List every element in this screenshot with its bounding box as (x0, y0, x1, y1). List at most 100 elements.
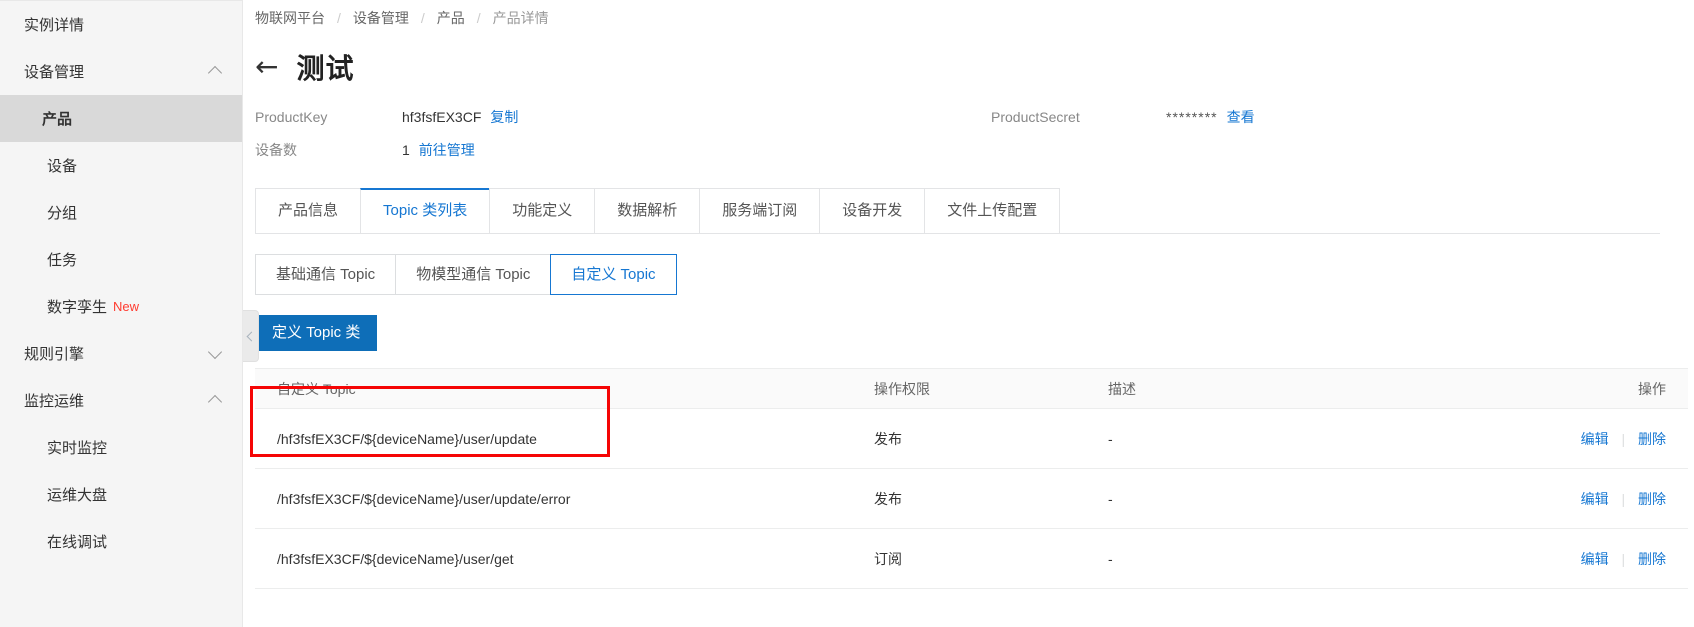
cell-description: - (1086, 408, 1433, 469)
device-count-label: 设备数 (255, 141, 297, 158)
main-tabs: 产品信息 Topic 类列表 功能定义 数据解析 服务端订阅 设备开发 文件上传… (255, 188, 1660, 234)
breadcrumb-item-iot-platform[interactable]: 物联网平台 (255, 8, 325, 28)
column-header-permission: 操作权限 (852, 368, 1086, 409)
sidebar-item-label: 规则引擎 (24, 346, 85, 363)
cell-operations: 编辑 | 删除 (1433, 408, 1688, 469)
copy-product-key-link[interactable]: 复制 (490, 107, 518, 127)
subtab-thing-model-topic[interactable]: 物模型通信 Topic (395, 254, 551, 295)
operations-divider: | (1621, 430, 1626, 447)
cell-description: - (1086, 468, 1433, 529)
view-product-secret-link[interactable]: 查看 (1227, 107, 1255, 127)
tab-function-definition[interactable]: 功能定义 (489, 188, 595, 233)
tab-device-development[interactable]: 设备开发 (819, 188, 925, 233)
sidebar-item-label: 产品 (42, 111, 73, 128)
cell-permission: 订阅 (852, 528, 1086, 589)
arrow-left-icon[interactable]: ← (255, 53, 278, 81)
breadcrumb-separator: / (337, 10, 341, 26)
edit-link[interactable]: 编辑 (1581, 491, 1609, 507)
sidebar-item-label: 在线调试 (47, 534, 108, 551)
cell-permission: 发布 (852, 468, 1086, 529)
delete-link[interactable]: 删除 (1638, 431, 1666, 447)
sidebar-item-label: 设备管理 (24, 64, 85, 81)
sidebar-group-device-management[interactable]: 设备管理 (0, 48, 242, 95)
operations-divider: | (1621, 550, 1626, 567)
breadcrumb-item-device-management[interactable]: 设备管理 (353, 8, 409, 28)
device-count-row: 设备数 1 前往管理 (255, 133, 1694, 166)
sidebar-item-label: 任务 (47, 252, 78, 269)
topic-type-subtabs: 基础通信 Topic 物模型通信 Topic 自定义 Topic (255, 254, 1694, 295)
cell-topic: /hf3fsfEX3CF/${deviceName}/user/update/e… (255, 468, 852, 529)
delete-link[interactable]: 删除 (1638, 491, 1666, 507)
custom-topic-table: 自定义 Topic 操作权限 描述 操作 /hf3fsfEX3CF/${devi… (255, 368, 1688, 589)
product-secret-value: ******** (1166, 108, 1218, 125)
sidebar-item-label: 监控运维 (24, 393, 85, 410)
device-count-value: 1 (402, 141, 410, 158)
page-title: 测试 (296, 53, 355, 84)
chevron-left-icon (246, 331, 257, 341)
tab-topic-list[interactable]: Topic 类列表 (360, 188, 490, 233)
sidebar-collapse-handle[interactable] (243, 310, 259, 362)
sidebar-item-groups[interactable]: 分组 (0, 189, 242, 236)
go-to-management-link[interactable]: 前往管理 (419, 140, 475, 160)
table-header-row: 自定义 Topic 操作权限 描述 操作 (255, 368, 1688, 409)
product-secret-row: ProductSecret ******** 查看 (991, 100, 1255, 133)
tab-file-upload-config[interactable]: 文件上传配置 (924, 188, 1061, 233)
sidebar-item-label: 设备 (47, 158, 78, 175)
product-key-value: hf3fsfEX3CF (402, 108, 482, 125)
sidebar: 实例详情 设备管理 产品 设备 分组 任务 数字孪生 New 规则引擎 监控运维 (0, 0, 243, 627)
table-row: /hf3fsfEX3CF/${deviceName}/user/update/e… (255, 468, 1688, 529)
product-info-block: ProductKey hf3fsfEX3CF 复制 设备数 1 前往管理 Pro… (243, 100, 1694, 166)
breadcrumb: 物联网平台 / 设备管理 / 产品 / 产品详情 (243, 0, 1694, 30)
sidebar-item-label: 运维大盘 (47, 487, 108, 504)
delete-link[interactable]: 删除 (1638, 551, 1666, 567)
product-secret-label: ProductSecret (991, 108, 1080, 125)
page-header: ← 测试 (243, 44, 1694, 90)
sidebar-item-instance-detail[interactable]: 实例详情 (0, 1, 242, 48)
sidebar-item-realtime-monitor[interactable]: 实时监控 (0, 424, 242, 471)
sidebar-item-label: 实例详情 (24, 17, 85, 34)
sidebar-item-tasks[interactable]: 任务 (0, 236, 242, 283)
cell-permission: 发布 (852, 408, 1086, 469)
chevron-up-icon (209, 394, 222, 407)
breadcrumb-separator: / (476, 10, 481, 26)
cell-topic: /hf3fsfEX3CF/${deviceName}/user/update (255, 408, 852, 469)
tab-product-info[interactable]: 产品信息 (255, 188, 361, 233)
tab-server-subscription[interactable]: 服务端订阅 (699, 188, 820, 233)
breadcrumb-item-products[interactable]: 产品 (437, 8, 465, 28)
sidebar-item-devices[interactable]: 设备 (0, 142, 242, 189)
cell-operations: 编辑 | 删除 (1433, 528, 1688, 589)
sidebar-item-label: 数字孪生 (47, 299, 108, 316)
sidebar-item-label: 分组 (47, 205, 78, 222)
subtab-basic-communication-topic[interactable]: 基础通信 Topic (255, 254, 396, 295)
sidebar-item-online-debug[interactable]: 在线调试 (0, 518, 242, 565)
sidebar-item-ops-dashboard[interactable]: 运维大盘 (0, 471, 242, 518)
sidebar-item-label: 实时监控 (47, 440, 108, 457)
new-badge: New (113, 299, 140, 314)
table-header: 自定义 Topic 操作权限 描述 操作 (255, 368, 1688, 409)
chevron-up-icon (209, 65, 222, 78)
sidebar-group-monitoring[interactable]: 监控运维 (0, 377, 242, 424)
chevron-down-icon (209, 347, 222, 360)
define-topic-class-button[interactable]: 定义 Topic 类 (255, 315, 378, 351)
column-header-operations: 操作 (1433, 368, 1688, 409)
cell-topic: /hf3fsfEX3CF/${deviceName}/user/get (255, 528, 852, 589)
edit-link[interactable]: 编辑 (1581, 551, 1609, 567)
table-row: /hf3fsfEX3CF/${deviceName}/user/get 订阅 -… (255, 528, 1688, 589)
breadcrumb-item-product-detail: 产品详情 (492, 10, 549, 26)
operations-divider: | (1621, 490, 1626, 507)
page-root: 实例详情 设备管理 产品 设备 分组 任务 数字孪生 New 规则引擎 监控运维 (0, 0, 1694, 627)
product-key-row: ProductKey hf3fsfEX3CF 复制 (255, 100, 1694, 133)
sidebar-item-products[interactable]: 产品 (0, 95, 242, 142)
edit-link[interactable]: 编辑 (1581, 431, 1609, 447)
column-header-description: 描述 (1086, 368, 1433, 409)
cell-operations: 编辑 | 删除 (1433, 468, 1688, 529)
cell-description: - (1086, 528, 1433, 589)
breadcrumb-separator: / (420, 10, 425, 26)
table-body: /hf3fsfEX3CF/${deviceName}/user/update 发… (255, 408, 1688, 589)
column-header-topic: 自定义 Topic (255, 368, 852, 409)
sidebar-group-rule-engine[interactable]: 规则引擎 (0, 330, 242, 377)
subtab-custom-topic[interactable]: 自定义 Topic (550, 254, 677, 295)
tab-data-parsing[interactable]: 数据解析 (594, 188, 700, 233)
sidebar-item-digital-twin[interactable]: 数字孪生 New (0, 283, 242, 330)
product-key-label: ProductKey (255, 108, 328, 125)
